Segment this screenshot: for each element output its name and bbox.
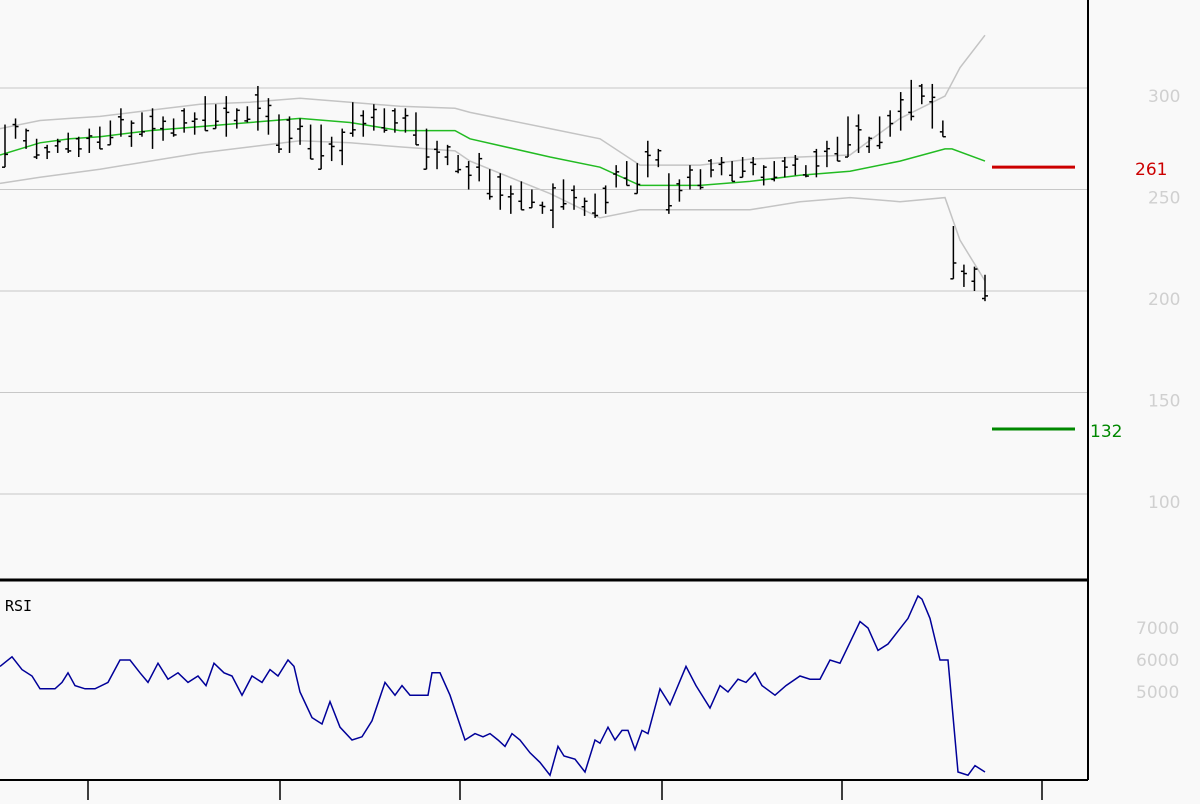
price-bar [676,179,683,202]
price-bar [65,132,72,153]
price-bar [254,85,261,131]
price-bar [950,226,957,280]
price-bar [897,92,904,131]
price-bar [244,106,251,123]
rsi-tick-5000: 5000 [1136,683,1179,703]
price-bar [160,116,167,141]
rsi-tick-7000: 7000 [1136,619,1179,639]
price-bar [233,108,240,129]
price-bar [929,83,936,129]
price-bar [781,157,788,178]
price-bar [634,163,641,195]
price-bar [718,157,725,176]
price-bar [360,110,367,137]
price-bar [107,120,114,146]
price-bar [96,126,103,150]
rsi-line [0,594,986,777]
price-levels: 261 132 [992,160,1167,442]
price-bar [349,102,356,137]
price-bar [834,136,841,162]
price-bar [539,201,546,214]
price-bar [191,112,198,135]
price-bar [971,266,978,291]
level-label-261: 261 [1135,160,1167,180]
price-bar [939,120,946,138]
price-tick-100: 100 [1148,493,1180,513]
price-bar [138,112,145,137]
price-bar [802,165,809,178]
price-bar [708,159,715,178]
price-bar [465,161,472,190]
price-bar [518,181,525,211]
price-bar [560,179,567,210]
price-bar [44,144,51,160]
chart-canvas: 261 132 300 250 200 150 100 RSI 7000 6000 5000 [0,0,1180,800]
lower-band-line [0,140,986,282]
price-bar [497,173,504,210]
rsi-series-line [0,594,986,777]
price-bar [549,183,556,229]
price-bar [476,152,483,182]
price-tick-250: 250 [1148,189,1180,209]
price-bar [486,169,493,200]
level-label-132: 132 [1090,422,1122,442]
price-bar [960,264,967,287]
price-bar [2,124,8,168]
price-tick-200: 200 [1148,290,1180,310]
price-axis-ticks: 300 250 200 150 100 [1148,87,1180,513]
price-bar [86,128,93,153]
price-bar [697,169,704,190]
price-bar [845,116,852,158]
price-bar [665,173,672,214]
price-bar [75,136,82,158]
price-bar [33,138,40,160]
price-bar [223,96,230,137]
price-bar [528,189,535,209]
price-gridlines [0,87,1088,495]
price-bar [887,110,894,137]
price-bar [729,161,736,183]
price-tick-150: 150 [1148,392,1180,412]
rsi-axis-ticks: 7000 6000 5000 [1136,619,1179,703]
price-bar [181,108,188,133]
price-bar [117,108,124,137]
price-bar [170,118,177,137]
price-bar [286,116,293,153]
price-bar [339,128,346,166]
price-bar [265,98,272,135]
price-bar [644,140,651,178]
price-bar [402,108,409,133]
price-bar [328,136,335,162]
price-bar [918,83,925,105]
price-bars [2,79,988,302]
price-bar [581,197,588,216]
price-tick-300: 300 [1148,87,1180,107]
price-bar [760,165,767,186]
price-bar [434,140,441,170]
stock-chart: 261 132 300 250 200 150 100 RSI 7000 6000 5000 [0,0,1200,800]
price-bar [823,140,830,168]
price-bar [455,154,462,174]
x-axis-ticks [87,780,1043,800]
price-bar [149,108,156,149]
price-bar [623,161,630,187]
rsi-title: RSI [5,597,32,615]
price-bar [12,118,19,139]
rsi-tick-6000: 6000 [1136,651,1179,671]
price-bar [412,112,419,146]
price-bar [444,144,451,166]
price-bar [318,124,325,170]
